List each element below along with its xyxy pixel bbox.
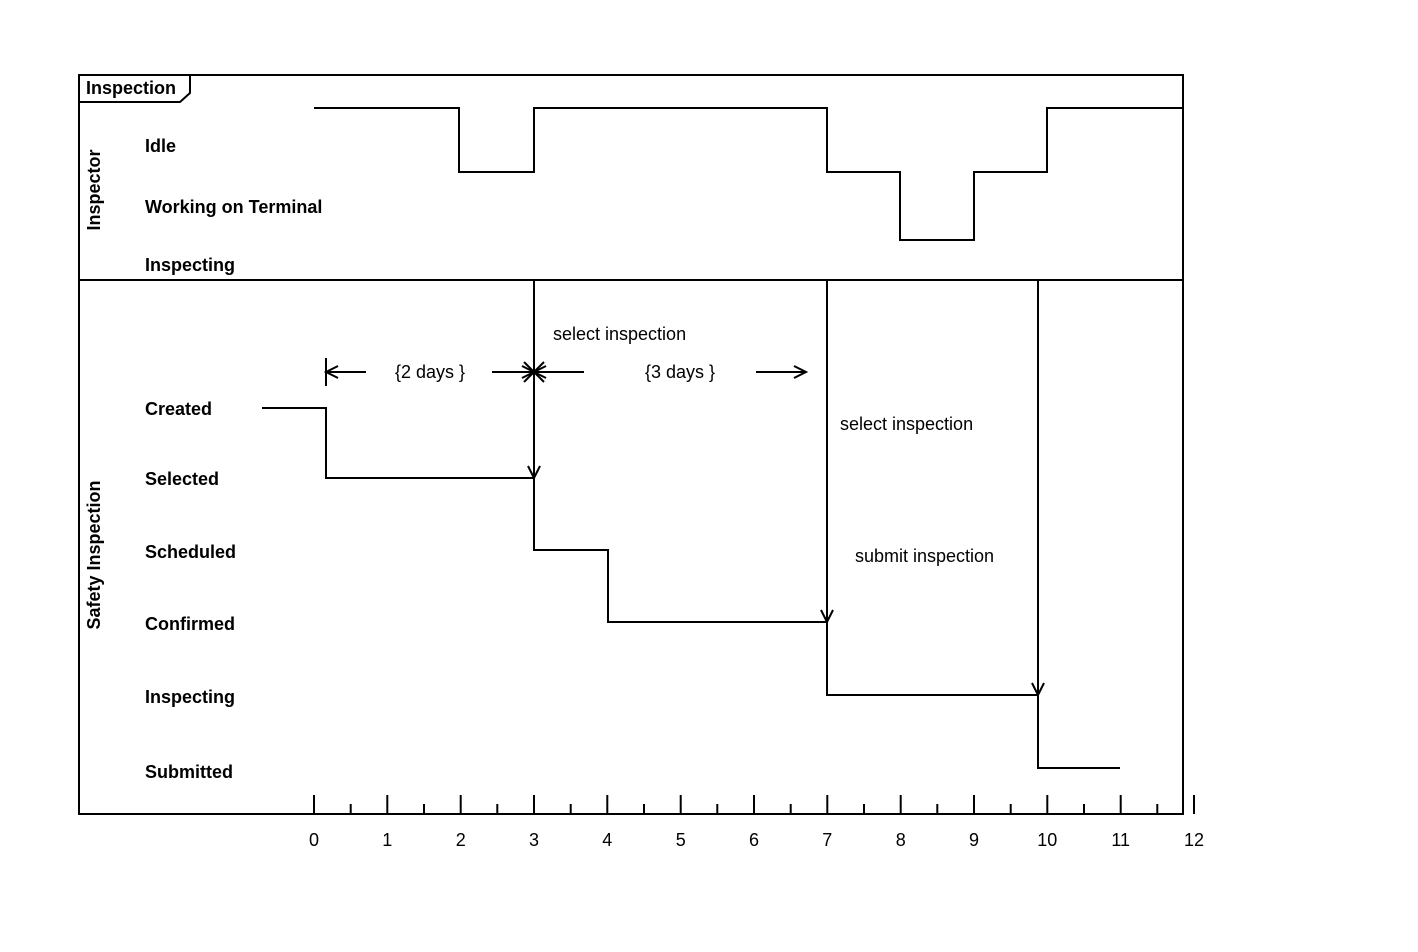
diagram-frame [79, 75, 1183, 814]
annotation-select-top: select inspection [553, 324, 686, 344]
inspector-timeline [314, 108, 1183, 240]
annotation-select-right: select inspection [840, 414, 973, 434]
inspector-state-working: Working on Terminal [145, 197, 322, 217]
tick-8: 8 [896, 830, 906, 850]
safety-state-scheduled: Scheduled [145, 542, 236, 562]
swimlane-inspector: Inspector Idle Working on Terminal Inspe… [84, 108, 1183, 275]
safety-state-inspecting: Inspecting [145, 687, 235, 707]
tick-1: 1 [382, 830, 392, 850]
tick-2: 2 [456, 830, 466, 850]
annotation-3days: {3 days } [645, 362, 715, 382]
safety-state-confirmed: Confirmed [145, 614, 235, 634]
message-arrow-7 [821, 280, 833, 622]
annotations: select inspection {2 days } {3 days } [326, 280, 1044, 695]
swimlane-safety: Safety Inspection Created Selected Sched… [84, 399, 1120, 782]
annotation-submit: submit inspection [855, 546, 994, 566]
tick-4: 4 [602, 830, 612, 850]
tick-12: 12 [1184, 830, 1204, 850]
time-ruler: 0 1 2 3 4 5 6 7 8 9 10 11 12 [309, 795, 1204, 850]
safety-state-submitted: Submitted [145, 762, 233, 782]
safety-state-selected: Selected [145, 469, 219, 489]
swimlane-label-safety: Safety Inspection [84, 480, 104, 629]
annotation-2days: {2 days } [395, 362, 465, 382]
title-tab: Inspection [79, 75, 190, 102]
tick-3: 3 [529, 830, 539, 850]
tick-10: 10 [1037, 830, 1057, 850]
swimlane-label-inspector: Inspector [84, 149, 104, 230]
tick-9: 9 [969, 830, 979, 850]
safety-timeline [262, 408, 1120, 768]
diagram-title: Inspection [86, 78, 176, 98]
timing-diagram: Inspection Inspector Idle Working on Ter… [0, 0, 1418, 952]
message-arrow-10 [1032, 280, 1044, 695]
inspector-state-inspecting: Inspecting [145, 255, 235, 275]
message-arrow-3 [528, 280, 540, 478]
tick-0: 0 [309, 830, 319, 850]
tick-6: 6 [749, 830, 759, 850]
tick-11: 11 [1111, 830, 1130, 850]
tick-7: 7 [822, 830, 832, 850]
safety-state-created: Created [145, 399, 212, 419]
tick-5: 5 [676, 830, 686, 850]
inspector-state-idle: Idle [145, 136, 176, 156]
